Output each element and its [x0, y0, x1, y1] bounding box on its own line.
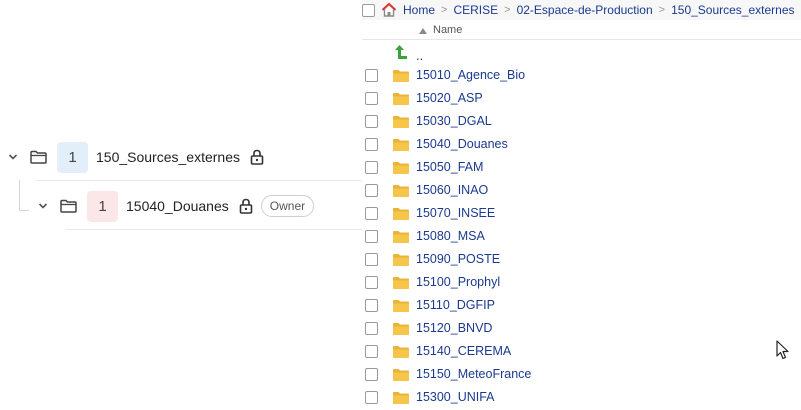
folder-outline-icon [30, 149, 48, 165]
folder-icon [392, 137, 410, 152]
folder-icon [392, 321, 410, 336]
folder-icon [392, 183, 410, 198]
chevron-down-icon[interactable] [6, 150, 20, 164]
lock-icon [239, 198, 253, 214]
row-checkbox[interactable] [365, 206, 378, 220]
folder-row[interactable]: 15140_CEREMA [362, 340, 801, 362]
row-checkbox[interactable] [365, 68, 378, 82]
row-checkbox[interactable] [365, 137, 378, 151]
row-checkbox[interactable] [365, 298, 378, 312]
folder-row[interactable]: 15010_Agence_Bio [362, 64, 801, 86]
chevron-down-icon[interactable] [36, 199, 50, 213]
folder-icon [392, 91, 410, 106]
folder-row[interactable]: 15090_POSTE [362, 248, 801, 270]
tree-connector-line [19, 210, 29, 211]
tree-node-sources-externes[interactable]: 1 150_Sources_externes [6, 141, 362, 173]
folder-name-link[interactable]: 15020_ASP [416, 91, 483, 105]
row-checkbox[interactable] [365, 367, 378, 381]
folder-row[interactable]: 15110_DGFIP [362, 294, 801, 316]
folder-icon [392, 160, 410, 175]
folder-icon [392, 390, 410, 405]
divider [66, 229, 362, 230]
folder-row[interactable]: 15120_BNVD [362, 317, 801, 339]
folder-name-link[interactable]: 15030_DGAL [416, 114, 492, 128]
folder-row[interactable]: 15150_MeteoFrance [362, 363, 801, 385]
row-checkbox[interactable] [365, 114, 378, 128]
folder-tree-panel: 1 150_Sources_externes 1 15040_Douanes O… [0, 0, 362, 410]
parent-folder-row[interactable]: .. [362, 41, 801, 63]
folder-name-link[interactable]: 15140_CEREMA [416, 344, 511, 358]
tree-node-label[interactable]: 15040_Douanes [126, 198, 229, 214]
folder-row[interactable]: 15040_Douanes [362, 133, 801, 155]
folder-icon [392, 229, 410, 244]
folder-icon [392, 252, 410, 267]
column-header-label[interactable]: Name [433, 24, 462, 36]
breadcrumb-cerise[interactable]: CERISE [453, 3, 498, 17]
tree-connector-line [19, 180, 20, 210]
permission-count-badge: 1 [87, 190, 118, 222]
folder-row[interactable]: 15100_Prophyl [362, 271, 801, 293]
folder-name-link[interactable]: 15070_INSEE [416, 206, 495, 220]
file-browser: Home > CERISE > 02-Espace-de-Production … [362, 0, 801, 410]
breadcrumb-current[interactable]: 150_Sources_externes [671, 3, 794, 17]
folder-name-link[interactable]: 15080_MSA [416, 229, 485, 243]
folder-row[interactable]: 15080_MSA [362, 225, 801, 247]
folder-row[interactable]: 15030_DGAL [362, 110, 801, 132]
owner-badge: Owner [260, 195, 315, 217]
folder-icon [392, 367, 410, 382]
folder-name-link[interactable]: 15300_UNIFA [416, 390, 495, 404]
breadcrumb-separator: > [441, 4, 448, 16]
tree-node-douanes[interactable]: 1 15040_Douanes Owner [36, 190, 362, 222]
row-checkbox[interactable] [365, 321, 378, 335]
column-header-name[interactable]: Name [362, 20, 801, 40]
folder-name-link[interactable]: 15150_MeteoFrance [416, 367, 531, 381]
select-all-checkbox[interactable] [362, 3, 375, 17]
folder-row[interactable]: 15300_UNIFA [362, 386, 801, 408]
breadcrumb-separator: > [658, 4, 666, 16]
row-checkbox[interactable] [365, 390, 378, 404]
folder-name-link[interactable]: 15100_Prophyl [416, 275, 500, 289]
folder-name-link[interactable]: 15060_INAO [416, 183, 488, 197]
sort-up-icon [418, 26, 428, 34]
breadcrumb-separator: > [504, 4, 511, 16]
folder-name-link[interactable]: 15050_FAM [416, 160, 483, 174]
folder-icon [392, 275, 410, 290]
folder-icon [392, 114, 410, 129]
folder-name-link[interactable]: 15040_Douanes [416, 137, 508, 151]
mouse-cursor-icon [776, 340, 790, 360]
breadcrumb: Home > CERISE > 02-Espace-de-Production … [362, 0, 801, 20]
folder-row[interactable]: 15070_INSEE [362, 202, 801, 224]
folder-name-link[interactable]: 15110_DGFIP [416, 298, 495, 312]
home-icon[interactable] [381, 2, 397, 18]
breadcrumb-espace-production[interactable]: 02-Espace-de-Production [517, 3, 653, 17]
permission-count-badge: 1 [57, 141, 88, 173]
row-checkbox[interactable] [365, 160, 378, 174]
parent-folder-label[interactable]: .. [416, 48, 423, 63]
parent-folder-icon[interactable] [393, 44, 409, 60]
folder-name-link[interactable]: 15090_POSTE [416, 252, 500, 266]
row-checkbox[interactable] [365, 229, 378, 243]
folder-row[interactable]: 15020_ASP [362, 87, 801, 109]
tree-node-label[interactable]: 150_Sources_externes [96, 149, 240, 165]
row-checkbox[interactable] [365, 275, 378, 289]
folder-row[interactable]: 15050_FAM [362, 156, 801, 178]
row-checkbox[interactable] [365, 183, 378, 197]
breadcrumb-home[interactable]: Home [403, 3, 435, 17]
lock-icon [250, 149, 264, 165]
folder-name-link[interactable]: 15010_Agence_Bio [416, 68, 525, 82]
folder-icon [392, 206, 410, 221]
folder-icon [392, 298, 410, 313]
row-checkbox[interactable] [365, 252, 378, 266]
folder-name-link[interactable]: 15120_BNVD [416, 321, 492, 335]
folder-icon [392, 68, 410, 83]
row-checkbox[interactable] [365, 344, 378, 358]
folder-icon [392, 344, 410, 359]
divider [36, 180, 362, 181]
folder-outline-icon [60, 198, 78, 214]
row-checkbox[interactable] [365, 91, 378, 105]
folder-row[interactable]: 15060_INAO [362, 179, 801, 201]
